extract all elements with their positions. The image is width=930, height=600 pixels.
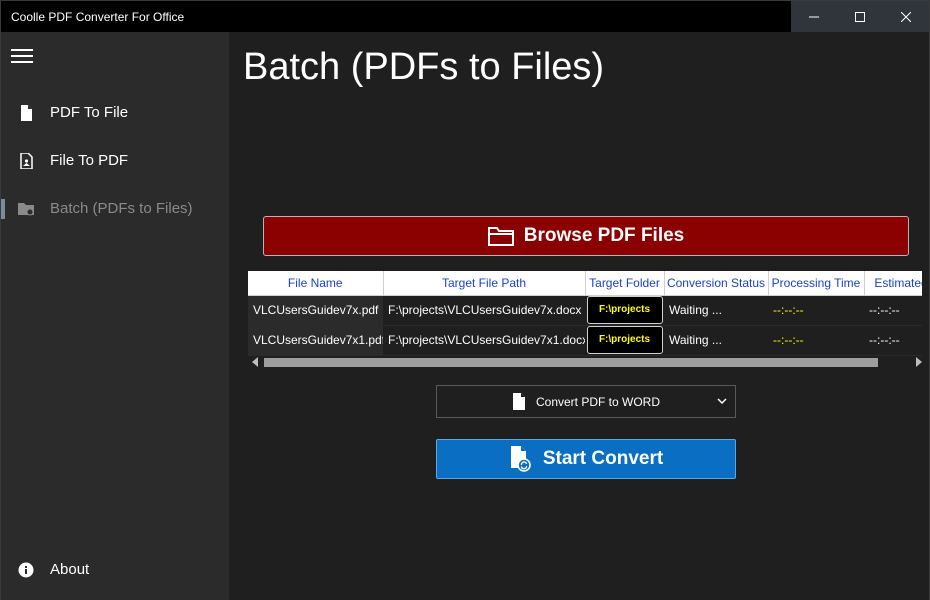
maximize-button[interactable] [837, 1, 883, 32]
cell-estimated: --:--:-- [864, 325, 922, 356]
window-controls [791, 1, 929, 32]
cell-target-path: F:\projects\VLCUsersGuidev7x1.docx [383, 325, 585, 356]
title-bar: Coolle PDF Converter For Office [1, 1, 929, 32]
browse-pdf-files-button[interactable]: Browse PDF Files [263, 216, 909, 256]
cell-target-path: F:\projects\VLCUsersGuidev7x.docx [383, 295, 585, 326]
sidebar-item-file-to-pdf[interactable]: File To PDF [1, 141, 229, 181]
close-icon [901, 11, 911, 22]
maximize-icon [855, 11, 865, 22]
convert-mode-dropdown[interactable]: Convert PDF to WORD [436, 385, 736, 418]
cell-processing-time: --:--:-- [768, 295, 864, 326]
hamburger-menu-icon[interactable] [11, 48, 33, 64]
sidebar-item-label: File To PDF [50, 152, 129, 169]
start-convert-label: Start Convert [542, 448, 664, 469]
table-header-row: File Name Target File Path Target Folder… [248, 271, 922, 296]
selection-indicator [1, 199, 5, 219]
page-title: Batch (PDFs to Files) [243, 46, 605, 88]
app-window: Coolle PDF Converter For Office PDF To F… [0, 0, 930, 600]
cell-file-name: VLCUsersGuidev7x.pdf [248, 295, 383, 326]
file-table: File Name Target File Path Target Folder… [248, 271, 922, 364]
cell-target-folder: F:\projects [585, 295, 664, 326]
column-header-target-path[interactable]: Target File Path [383, 271, 586, 296]
cell-file-name: VLCUsersGuidev7x1.pdf [248, 325, 383, 356]
target-folder-button[interactable]: F:\projects [586, 326, 663, 354]
column-header-status[interactable]: Conversion Status [664, 271, 769, 296]
sidebar-item-batch[interactable]: Batch (PDFs to Files) [1, 189, 229, 229]
about-label: About [50, 561, 90, 578]
info-icon [18, 562, 34, 578]
column-header-target-folder[interactable]: Target Folder [585, 271, 665, 296]
table-row[interactable]: VLCUsersGuidev7x1.pdf F:\projects\VLCUse… [248, 325, 922, 356]
scroll-right-icon[interactable] [916, 357, 922, 367]
table-row[interactable]: VLCUsersGuidev7x.pdf F:\projects\VLCUser… [248, 295, 922, 326]
close-button[interactable] [883, 1, 929, 32]
chevron-down-icon [717, 398, 727, 405]
convert-mode-label: Convert PDF to WORD [535, 394, 661, 409]
file-icon [21, 105, 32, 121]
sidebar-item-label: PDF To File [50, 104, 129, 121]
folder-icon [487, 227, 514, 246]
horizontal-scrollbar[interactable] [248, 354, 922, 370]
sidebar-item-about[interactable]: About [1, 550, 229, 590]
column-header-processing-time[interactable]: Processing Time [768, 271, 865, 296]
start-convert-button[interactable]: Start Convert [436, 439, 736, 479]
window-title: Coolle PDF Converter For Office [11, 10, 185, 24]
cell-status: Waiting ... [664, 325, 768, 356]
file-convert-icon [510, 446, 531, 472]
column-header-estimated[interactable]: Estimated [864, 271, 922, 296]
scrollbar-thumb[interactable] [264, 358, 878, 367]
document-icon [512, 393, 525, 410]
target-folder-button[interactable]: F:\projects [586, 296, 663, 324]
minimize-icon [809, 16, 819, 17]
cell-estimated: --:--:-- [864, 295, 922, 326]
cell-target-folder: F:\projects [585, 325, 664, 356]
minimize-button[interactable] [791, 1, 837, 32]
column-header-file-name[interactable]: File Name [248, 271, 384, 296]
sidebar-item-label: Batch (PDFs to Files) [50, 200, 193, 217]
sidebar: PDF To File File To PDF Batch (PDFs to F… [1, 32, 229, 600]
scroll-left-icon[interactable] [252, 357, 258, 367]
sidebar-item-pdf-to-file[interactable]: PDF To File [1, 93, 229, 133]
cell-status: Waiting ... [664, 295, 768, 326]
file-image-icon [20, 153, 33, 169]
main-content: Batch (PDFs to Files) Browse PDF Files F… [229, 32, 929, 600]
browse-label: Browse PDF Files [523, 225, 685, 246]
folder-sync-icon [18, 203, 34, 216]
cell-processing-time: --:--:-- [768, 325, 864, 356]
